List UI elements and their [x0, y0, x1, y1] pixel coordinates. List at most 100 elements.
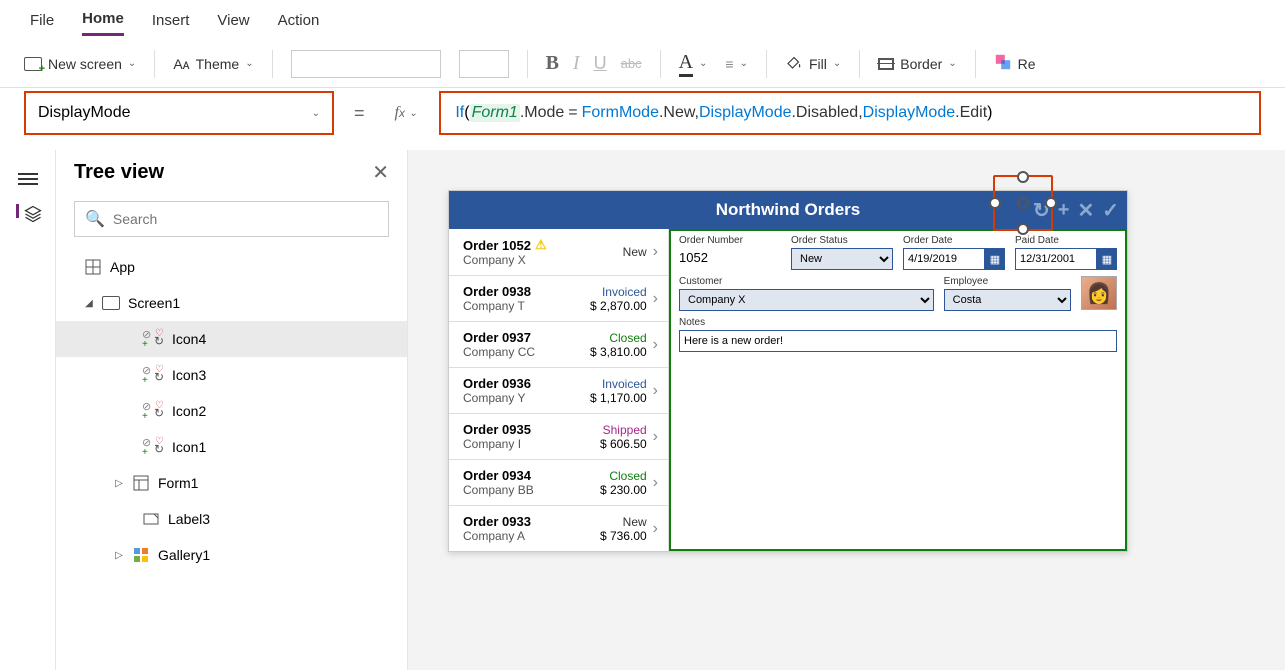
order-title: Order 0937	[463, 330, 581, 345]
menu-bar: File Home Insert View Action	[0, 0, 1285, 40]
menu-file[interactable]: File	[30, 6, 54, 35]
order-status-select[interactable]: New	[791, 248, 893, 270]
fill-button[interactable]: Fill ⌄	[785, 53, 841, 74]
expand-arrow-icon[interactable]: ▷	[114, 478, 124, 489]
chevron-down-icon: ⌄	[948, 58, 956, 69]
order-amount: $ 230.00	[587, 483, 647, 497]
refresh-icon[interactable]: ↻	[1033, 198, 1050, 223]
add-icon[interactable]: +	[1058, 199, 1070, 222]
component-icon: +↻	[142, 438, 164, 456]
chevron-right-icon: ›	[653, 474, 658, 492]
order-item[interactable]: Order 0934Company BBClosed$ 230.00›	[449, 459, 668, 505]
expand-arrow-icon[interactable]: ▷	[114, 550, 124, 561]
order-item[interactable]: Order 0938Company TInvoiced$ 2,870.00›	[449, 275, 668, 321]
reorder-label: Re	[1018, 56, 1036, 72]
tree-node-label3[interactable]: Label3	[56, 501, 407, 537]
tree-node-screen1[interactable]: ◢ Screen1	[56, 285, 407, 321]
fill-label: Fill	[809, 56, 827, 72]
tree-node-icon4[interactable]: +↻ Icon4	[56, 321, 407, 357]
reorder-icon	[994, 53, 1012, 74]
order-status: New	[587, 245, 647, 259]
tree-search-input[interactable]	[113, 211, 378, 227]
expand-arrow-icon[interactable]: ◢	[84, 298, 94, 309]
tree-label: Label3	[168, 511, 210, 527]
font-size-select[interactable]	[459, 50, 509, 78]
order-date-input[interactable]	[903, 248, 985, 270]
customer-select[interactable]: Company X	[679, 289, 934, 311]
menu-insert[interactable]: Insert	[152, 6, 190, 35]
canvas[interactable]: Northwind Orders ↻ + ✕ ✓ Order 1052 ⚠Com…	[408, 150, 1285, 670]
strike-button[interactable]: abc	[621, 56, 642, 71]
menu-view[interactable]: View	[217, 6, 249, 35]
paid-date-field[interactable]: ▦	[1015, 248, 1117, 270]
tree-node-form1[interactable]: ▷ Form1	[56, 465, 407, 501]
italic-button[interactable]: I	[573, 52, 580, 75]
cancel-icon[interactable]: ✕	[1077, 198, 1094, 223]
separator	[859, 50, 860, 78]
tree-node-icon2[interactable]: +↻ Icon2	[56, 393, 407, 429]
order-company: Company X	[463, 253, 581, 267]
tree-label: Icon3	[172, 367, 206, 383]
formula-token: DisplayMode	[863, 104, 955, 122]
tree-label: Gallery1	[158, 547, 210, 563]
order-form[interactable]: Order Number 1052 Order Status New Order…	[669, 229, 1127, 551]
tree-node-icon3[interactable]: +↻ Icon3	[56, 357, 407, 393]
order-title: Order 0935	[463, 422, 581, 437]
component-icon: +↻	[142, 402, 164, 420]
text-format-group: B I U abc	[546, 52, 642, 75]
menu-home[interactable]: Home	[82, 4, 124, 36]
reorder-button[interactable]: Re	[994, 53, 1036, 74]
tree-view-rail-button[interactable]	[16, 204, 40, 218]
calendar-icon[interactable]: ▦	[1097, 248, 1117, 270]
calendar-icon[interactable]: ▦	[985, 248, 1005, 270]
field-label: Notes	[679, 317, 1117, 328]
property-selector[interactable]: DisplayMode ⌄	[24, 91, 334, 135]
menu-action[interactable]: Action	[278, 6, 320, 35]
employee-avatar: 👩	[1081, 276, 1117, 310]
underline-button[interactable]: U	[594, 53, 607, 74]
component-icon: +↻	[142, 330, 164, 348]
formula-token: .Mode	[520, 104, 564, 122]
accept-icon[interactable]: ✓	[1102, 198, 1119, 223]
chevron-down-icon: ⌄	[409, 108, 417, 119]
fx-dropdown[interactable]: fx ⌄	[385, 104, 428, 122]
new-screen-button[interactable]: New screen ⌄	[24, 56, 136, 72]
formula-bar[interactable]: If( Form1.Mode = FormMode.New, DisplayMo…	[439, 91, 1261, 135]
tree-node-gallery1[interactable]: ▷ Gallery1	[56, 537, 407, 573]
order-status: Closed	[587, 331, 647, 345]
theme-button[interactable]: Aᴀ Theme ⌄	[173, 56, 253, 72]
chevron-right-icon: ›	[653, 520, 658, 538]
formula-token: .New,	[659, 104, 699, 122]
formula-token: (	[464, 104, 469, 122]
warning-icon: ⚠	[535, 237, 547, 253]
tree-search[interactable]: 🔍	[74, 201, 389, 237]
order-date-field[interactable]: ▦	[903, 248, 1005, 270]
tree-node-icon1[interactable]: +↻ Icon1	[56, 429, 407, 465]
orders-list[interactable]: Order 1052 ⚠Company XNew›Order 0938Compa…	[449, 229, 669, 551]
border-button[interactable]: Border ⌄	[878, 56, 956, 72]
order-amount: $ 3,810.00	[587, 345, 647, 359]
app-preview[interactable]: Northwind Orders ↻ + ✕ ✓ Order 1052 ⚠Com…	[448, 190, 1128, 552]
app-bar: Northwind Orders ↻ + ✕ ✓	[449, 191, 1127, 229]
order-item[interactable]: Order 0937Company CCClosed$ 3,810.00›	[449, 321, 668, 367]
tree-node-app[interactable]: App	[56, 249, 407, 285]
chevron-right-icon: ›	[653, 243, 658, 261]
chevron-down-icon: ⌄	[740, 58, 748, 69]
order-item[interactable]: Order 0935Company IShipped$ 606.50›	[449, 413, 668, 459]
align-button[interactable]: ≡ ⌄	[725, 56, 748, 72]
paid-date-input[interactable]	[1015, 248, 1097, 270]
notes-input[interactable]	[679, 330, 1117, 352]
bold-button[interactable]: B	[546, 52, 559, 75]
font-select[interactable]	[291, 50, 441, 78]
hamburger-icon[interactable]	[18, 170, 38, 184]
order-item[interactable]: Order 0936Company YInvoiced$ 1,170.00›	[449, 367, 668, 413]
employee-select[interactable]: Costa	[944, 289, 1071, 311]
order-item[interactable]: Order 1052 ⚠Company XNew›	[449, 229, 668, 275]
order-item[interactable]: Order 0933Company ANew$ 736.00›	[449, 505, 668, 551]
border-icon	[878, 58, 894, 70]
close-icon[interactable]: ✕	[372, 160, 389, 185]
font-color-button[interactable]: A ⌄	[679, 51, 708, 77]
align-icon: ≡	[725, 56, 733, 72]
order-amount: $ 2,870.00	[587, 299, 647, 313]
chevron-down-icon: ⌄	[833, 58, 841, 69]
